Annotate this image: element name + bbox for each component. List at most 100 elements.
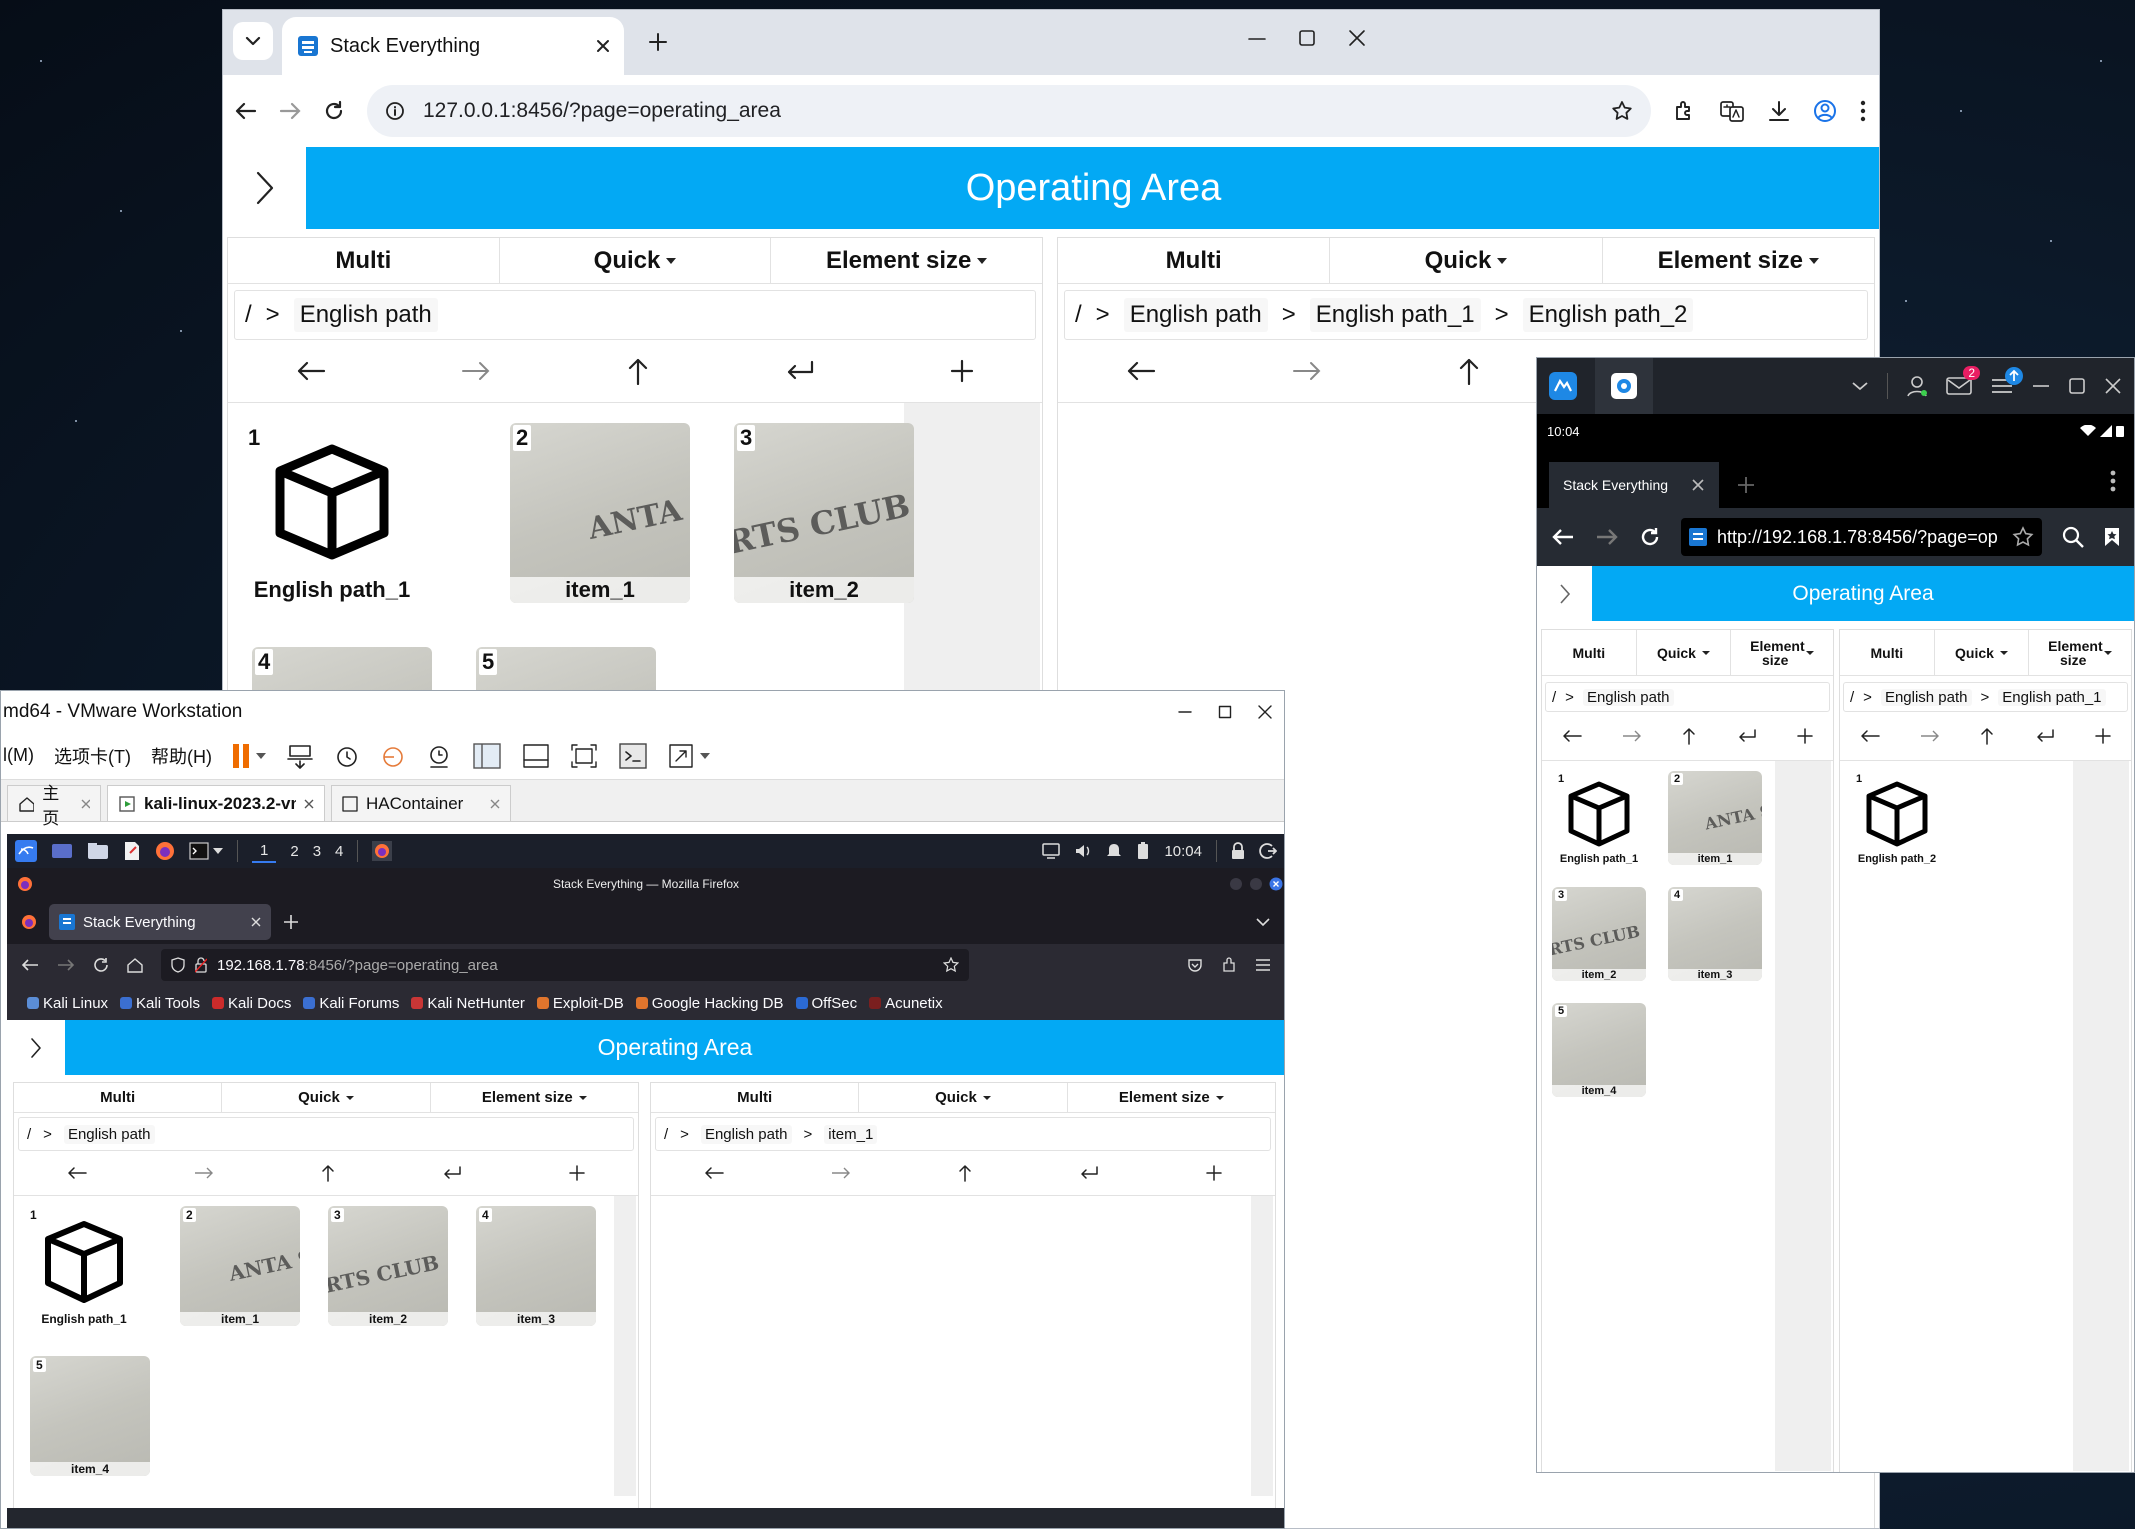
bookmark-star-icon[interactable] [1611, 100, 1633, 122]
translate-icon[interactable] [1719, 99, 1745, 123]
plus-icon[interactable] [950, 359, 974, 383]
workspace-3[interactable]: 3 [313, 843, 321, 860]
firefox-tab-stack-everything[interactable]: Stack Everything [49, 904, 271, 940]
home-icon[interactable] [127, 957, 143, 973]
send-ctrl-alt-del-icon[interactable] [286, 743, 314, 769]
bookmark-acunetix[interactable]: Acunetix [869, 995, 943, 1012]
kali-menu-icon[interactable] [15, 840, 37, 862]
quick-dropdown[interactable]: Quick [500, 238, 772, 283]
forward-arrow-icon[interactable] [1292, 360, 1322, 382]
menu-item-vm[interactable]: l(M) [3, 745, 34, 766]
close-window-icon[interactable] [1348, 29, 1366, 47]
plus-icon[interactable] [1205, 1165, 1222, 1181]
sidebar-toggle[interactable] [7, 1020, 65, 1075]
bookmark-exploit-db[interactable]: Exploit-DB [536, 995, 624, 1012]
breadcrumb-segment[interactable]: English path_1 [1998, 688, 2106, 706]
sidebar-toggle[interactable] [1537, 566, 1592, 621]
snapshot-icon[interactable] [334, 743, 360, 769]
bookmark-kali-linux[interactable]: Kali Linux [27, 995, 108, 1012]
element-size-dropdown[interactable]: Element size [1603, 238, 1874, 283]
firefox-task-icon[interactable] [372, 841, 393, 861]
minimize-icon[interactable] [1178, 710, 1192, 714]
plus-icon[interactable] [2095, 728, 2111, 744]
search-icon[interactable] [2062, 526, 2084, 548]
multi-button[interactable]: Multi [1542, 630, 1637, 675]
photo-item[interactable]: 2 ANTA SPORTS item_1 [510, 423, 690, 603]
pocket-icon[interactable] [1187, 957, 1203, 973]
vm-tab-hacontainer[interactable]: HAContainer [331, 785, 511, 821]
profile-icon[interactable] [1813, 99, 1837, 123]
minimize-icon[interactable] [1229, 877, 1243, 891]
breadcrumb-segment[interactable]: English path [63, 1124, 155, 1144]
forward-arrow-icon[interactable] [1595, 527, 1619, 547]
breadcrumb-root[interactable]: / [245, 301, 252, 329]
photo-item[interactable]: 3 RTS CLUB item_2 [734, 423, 914, 603]
up-arrow-icon[interactable] [1980, 727, 1994, 745]
multi-button[interactable]: Multi [1840, 630, 1935, 675]
display-icon[interactable] [1042, 843, 1061, 859]
volume-icon[interactable] [1074, 843, 1092, 859]
multi-button[interactable]: Multi [651, 1083, 860, 1112]
quick-dropdown[interactable]: Quick [859, 1083, 1068, 1112]
menu-button[interactable] [1990, 367, 2023, 396]
folder-item[interactable]: 1 English path_1 [24, 1206, 144, 1326]
photo-item[interactable]: 3 RTS CLUB item_2 [1552, 887, 1646, 981]
forward-arrow-icon[interactable] [194, 1166, 214, 1180]
photo-item[interactable]: 2 ANTA SPO item_1 [1668, 771, 1762, 865]
console-view-icon[interactable] [618, 742, 648, 770]
revert-snapshot-icon[interactable] [380, 743, 406, 769]
new-tab-icon[interactable] [283, 914, 299, 930]
photo-item[interactable]: 2 ANTA SPO item_1 [180, 1206, 300, 1326]
enter-return-icon[interactable] [442, 1165, 462, 1181]
bookmark-kali-nethunter[interactable]: Kali NetHunter [411, 995, 525, 1012]
element-size-dropdown[interactable]: Element size [1068, 1083, 1275, 1112]
minimize-icon[interactable] [2032, 384, 2050, 388]
show-desktop-icon[interactable] [51, 842, 73, 860]
quick-dropdown[interactable]: Quick [1935, 630, 2030, 675]
fullscreen-icon[interactable] [570, 743, 598, 769]
plus-icon[interactable] [1797, 728, 1813, 744]
back-arrow-icon[interactable] [704, 1166, 725, 1180]
photo-item[interactable]: 4 item_3 [1668, 887, 1762, 981]
omnibox[interactable]: 127.0.0.1:8456/?page=operating_area [367, 85, 1651, 137]
account-icon[interactable] [1906, 375, 1928, 397]
breadcrumb-root[interactable]: / [1850, 689, 1854, 706]
close-icon[interactable] [304, 799, 314, 809]
forward-arrow-icon[interactable] [1622, 729, 1642, 743]
menu-item-tabs[interactable]: 选项卡(T) [54, 743, 131, 769]
bookmarks-icon[interactable] [2104, 527, 2120, 547]
close-icon[interactable] [596, 39, 610, 53]
breadcrumb-segment[interactable]: English path [1123, 298, 1268, 332]
library-view-icon[interactable] [472, 742, 502, 770]
maximize-icon[interactable] [1249, 877, 1263, 891]
element-size-dropdown[interactable]: Element size [431, 1083, 638, 1112]
enter-return-icon[interactable] [2035, 728, 2055, 744]
forward-arrow-icon[interactable] [279, 101, 301, 121]
new-tab-icon[interactable] [1737, 476, 1755, 494]
workspace-1[interactable]: 1 [252, 840, 277, 863]
up-arrow-icon[interactable] [321, 1164, 335, 1182]
back-arrow-icon[interactable] [67, 1166, 88, 1180]
firefox-urlbar[interactable]: 192.168.1.78:8456/?page=operating_area [161, 949, 969, 981]
reload-icon[interactable] [93, 957, 109, 973]
shield-icon[interactable] [171, 957, 185, 973]
breadcrumb-segment[interactable]: English path [700, 1124, 792, 1144]
scroll-track[interactable] [1775, 761, 1831, 1471]
folder-item[interactable]: 1 English path_1 [242, 423, 422, 603]
bookmark-star-icon[interactable] [2012, 526, 2034, 548]
bookmark-kali-forums[interactable]: Kali Forums [303, 995, 399, 1012]
file-manager-icon[interactable] [87, 842, 109, 860]
back-arrow-icon[interactable] [1562, 729, 1582, 743]
list-all-tabs-icon[interactable] [1255, 917, 1271, 927]
forward-arrow-icon[interactable] [57, 957, 75, 973]
sidebar-toggle[interactable] [223, 147, 306, 229]
mobile-omnibox[interactable]: http://192.168.1.78:8456/?page=op [1681, 518, 2042, 556]
insecure-lock-icon[interactable] [195, 957, 207, 973]
reload-icon[interactable] [323, 100, 345, 122]
terminal-dropdown[interactable] [189, 842, 223, 860]
enter-return-icon[interactable] [1737, 728, 1757, 744]
firefox-icon[interactable] [155, 841, 175, 861]
breadcrumb-root[interactable]: / [1075, 301, 1082, 329]
close-window-icon[interactable] [1258, 704, 1272, 719]
close-icon[interactable] [81, 799, 90, 809]
